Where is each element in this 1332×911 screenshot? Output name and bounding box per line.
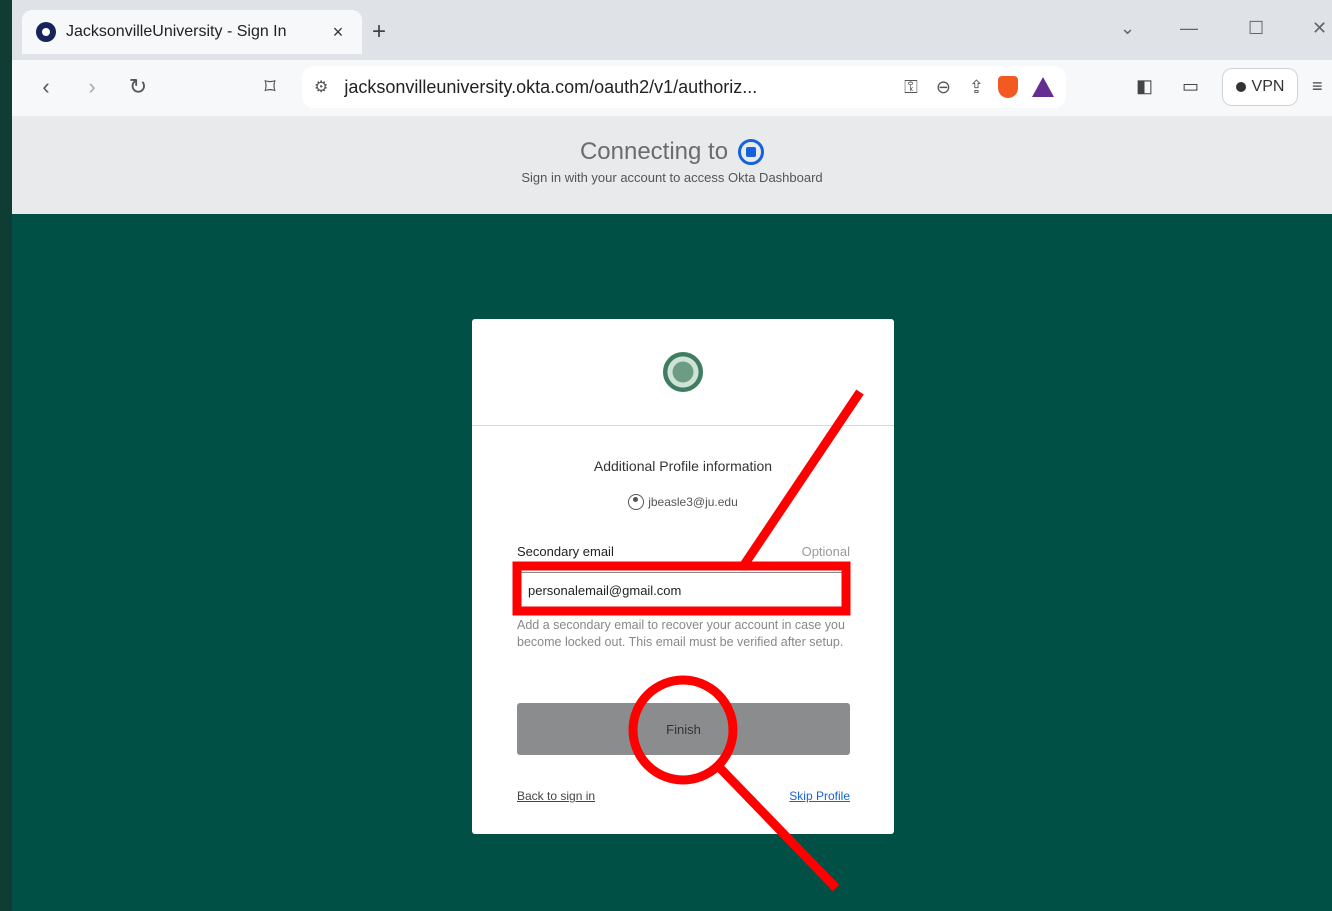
browser-tab[interactable]: JacksonvilleUniversity - Sign In ×	[22, 10, 362, 54]
tab-strip: JacksonvilleUniversity - Sign In × + ⌄ —…	[12, 0, 1332, 60]
close-window-icon[interactable]: ✕	[1312, 18, 1327, 39]
okta-dashboard-icon	[738, 139, 765, 165]
vpn-label: VPN	[1251, 78, 1285, 95]
close-tab-icon[interactable]: ×	[328, 22, 348, 43]
reload-icon[interactable]: ↻	[124, 74, 152, 100]
zoom-icon[interactable]: ⊖	[936, 77, 951, 98]
finish-button[interactable]: Finish	[517, 703, 850, 755]
sidebar-icon[interactable]: ◧	[1136, 76, 1153, 97]
card-heading: Additional Profile information	[593, 458, 773, 474]
new-tab-button[interactable]: +	[372, 18, 386, 46]
forward-icon[interactable]: ›	[78, 74, 106, 100]
optional-label: Optional	[801, 544, 850, 559]
brave-rewards-icon[interactable]	[1032, 77, 1054, 97]
connecting-text: Connecting to	[579, 138, 729, 165]
okta-connecting-header: Connecting to Sign in with your account …	[12, 116, 1332, 214]
connecting-subtitle: Sign in with your account to access Okta…	[521, 170, 823, 185]
share-icon[interactable]: ⇪	[969, 77, 984, 98]
bookmark-icon[interactable]: ⌑	[256, 74, 284, 100]
vpn-button[interactable]: VPN	[1222, 68, 1298, 106]
secondary-email-input[interactable]	[517, 572, 850, 608]
tab-title: JacksonvilleUniversity - Sign In	[66, 23, 287, 40]
tab-search-icon[interactable]: ⌄	[1120, 18, 1135, 39]
back-icon[interactable]: ‹	[32, 74, 60, 100]
okta-favicon-icon	[36, 22, 56, 42]
brave-shields-icon[interactable]	[998, 76, 1018, 98]
user-icon	[628, 494, 645, 510]
secondary-email-help: Add a secondary email to recover your ac…	[517, 618, 845, 649]
secondary-email-header: Secondary email Optional	[517, 544, 850, 559]
card-logo-area	[472, 319, 894, 426]
secondary-email-label: Secondary email	[517, 544, 614, 559]
address-bar[interactable]: ⚙ jacksonvilleuniversity.okta.com/oauth2…	[302, 66, 1066, 108]
key-icon[interactable]: ⚿	[904, 77, 918, 98]
nav-bar: ‹ › ↻ ⌑ ⚙ jacksonvilleuniversity.okta.co…	[12, 60, 1332, 116]
minimize-icon[interactable]: —	[1180, 18, 1198, 39]
vpn-status-icon	[1235, 82, 1246, 92]
menu-icon[interactable]: ≡	[1312, 76, 1323, 97]
site-settings-icon[interactable]: ⚙	[314, 77, 328, 97]
back-to-sign-in-link[interactable]: Back to sign in	[517, 789, 595, 803]
user-identifier: jbeasle3@ju.edu	[472, 494, 894, 510]
sign-in-card: Additional Profile information jbeasle3@…	[472, 319, 894, 834]
skip-profile-link[interactable]: Skip Profile	[789, 789, 850, 803]
university-seal-logo	[663, 352, 703, 392]
wallet-icon[interactable]: ▭	[1182, 76, 1199, 97]
identifier-text: jbeasle3@ju.edu	[648, 495, 738, 509]
browser-chrome: JacksonvilleUniversity - Sign In × + ⌄ —…	[12, 0, 1332, 116]
maximize-icon[interactable]: ☐	[1248, 18, 1264, 39]
url-text[interactable]: jacksonvilleuniversity.okta.com/oauth2/v…	[344, 77, 886, 98]
